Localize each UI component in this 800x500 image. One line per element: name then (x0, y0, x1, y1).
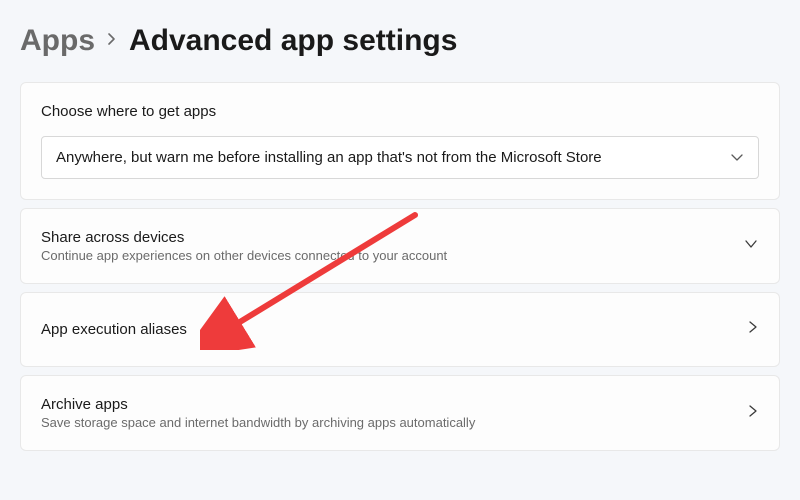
breadcrumb: Apps Advanced app settings (20, 24, 780, 58)
choose-where-to-get-apps-panel: Choose where to get apps Anywhere, but w… (20, 82, 780, 200)
chevron-right-icon (747, 403, 759, 424)
panel-label: Archive apps (41, 396, 475, 413)
breadcrumb-parent[interactable]: Apps (20, 24, 95, 58)
panel-label: Share across devices (41, 229, 447, 246)
chevron-right-icon (747, 319, 759, 340)
dropdown-selected-value: Anywhere, but warn me before installing … (56, 149, 602, 166)
panel-description: Continue app experiences on other device… (41, 248, 447, 263)
page-title: Advanced app settings (129, 24, 457, 58)
app-source-dropdown[interactable]: Anywhere, but warn me before installing … (41, 136, 759, 179)
panel-label: Choose where to get apps (41, 103, 759, 120)
chevron-down-icon (743, 237, 759, 255)
panel-label: App execution aliases (41, 321, 187, 338)
chevron-down-icon (730, 149, 744, 166)
chevron-right-icon (107, 32, 117, 51)
panel-description: Save storage space and internet bandwidt… (41, 415, 475, 430)
app-execution-aliases-panel[interactable]: App execution aliases (20, 292, 780, 367)
share-across-devices-panel[interactable]: Share across devices Continue app experi… (20, 208, 780, 284)
archive-apps-panel[interactable]: Archive apps Save storage space and inte… (20, 375, 780, 451)
